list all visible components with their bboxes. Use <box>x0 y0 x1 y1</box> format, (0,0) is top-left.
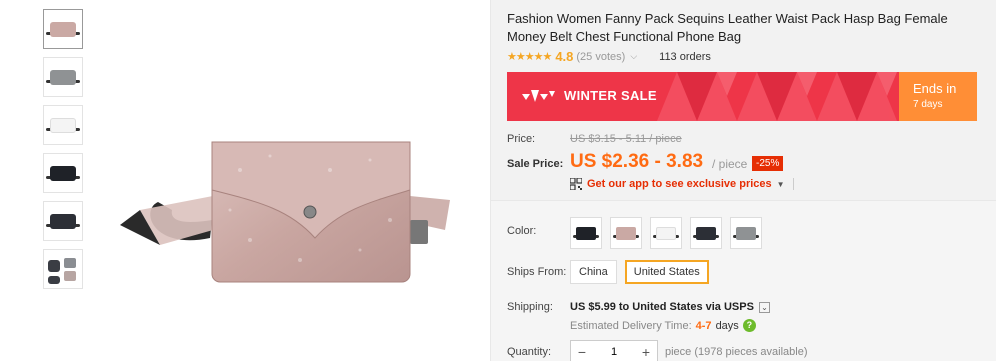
orders-count: 113 orders <box>659 50 711 63</box>
divider <box>792 178 794 190</box>
image-gallery <box>0 0 491 361</box>
discount-badge: -25% <box>752 156 784 171</box>
shipping-destination: United States via USPS <box>632 301 754 313</box>
shipping-price: US $5.99 <box>570 301 616 313</box>
product-title: Fashion Women Fanny Pack Sequins Leather… <box>507 11 948 44</box>
thumbnail-2[interactable] <box>43 57 83 97</box>
winter-sale-banner[interactable]: WINTER SALE Ends in 7 days <box>507 72 977 121</box>
quantity-input[interactable] <box>593 341 635 361</box>
ends-in-label: Ends in <box>913 81 957 96</box>
color-swatch-4[interactable] <box>690 217 722 249</box>
color-label: Color: <box>507 225 537 237</box>
shipping-info: US $5.99 to United States via USPS ⌄ <box>570 301 770 313</box>
sale-price: US $2.36 - 3.83 <box>570 151 704 172</box>
shipping-dropdown-icon[interactable]: ⌄ <box>758 301 770 313</box>
help-icon[interactable]: ? <box>742 319 756 332</box>
votes-count[interactable]: (25 votes) <box>576 51 625 63</box>
star-rating-icon: ★★★★★ <box>507 51 552 63</box>
color-swatch-2[interactable] <box>610 217 642 249</box>
triangle-pattern <box>657 72 897 121</box>
ends-days: 7 days <box>913 99 943 110</box>
ships-from-united-states[interactable]: United States <box>624 260 709 284</box>
shipping-to: to <box>618 301 630 313</box>
product-main-image <box>120 141 450 283</box>
rating-score: 4.8 <box>555 49 574 64</box>
color-swatch-5[interactable] <box>730 217 762 249</box>
ships-from-china[interactable]: China <box>570 260 617 284</box>
chevron-down-icon[interactable]: ⌵ <box>630 51 637 62</box>
est-delivery-days: 4-7 <box>695 319 712 332</box>
ships-from-label: Ships From: <box>507 266 567 278</box>
estimated-delivery: Estimated Delivery Time: 4-7 days ? <box>570 319 756 332</box>
increase-button[interactable]: + <box>635 341 657 361</box>
shipping-label: Shipping: <box>507 301 553 313</box>
est-delivery-label: Estimated Delivery Time: <box>570 319 692 332</box>
price-label: Price: <box>507 133 536 145</box>
app-promo[interactable]: Get our app to see exclusive prices ▼ <box>570 178 794 190</box>
qr-code-icon <box>570 178 582 190</box>
rating-row: ★★★★★ 4.8 (25 votes) ⌵ 113 orders <box>507 49 711 64</box>
est-delivery-unit: days <box>715 319 739 332</box>
ships-from-options: China United States <box>570 260 717 284</box>
caret-down-icon[interactable]: ▼ <box>777 180 785 189</box>
product-info-panel: Fashion Women Fanny Pack Sequins Leather… <box>491 0 996 361</box>
per-unit-label: / piece <box>712 157 748 171</box>
decrease-button[interactable]: − <box>571 341 593 361</box>
quantity-label: Quantity: <box>507 346 552 358</box>
sale-label: WINTER SALE <box>564 88 657 103</box>
thumbnail-3[interactable] <box>43 105 83 145</box>
thumbnail-5[interactable] <box>43 201 83 241</box>
thumbnail-4[interactable] <box>43 153 83 193</box>
color-swatch-3[interactable] <box>650 217 682 249</box>
color-swatch-1[interactable] <box>570 217 602 249</box>
app-promo-text[interactable]: Get our app to see exclusive prices <box>587 178 772 190</box>
countdown-box: Ends in 7 days <box>899 72 977 121</box>
thumbnail-6[interactable] <box>43 249 83 289</box>
sale-price-label: Sale Price: <box>507 158 564 170</box>
availability-text: piece (1978 pieces available) <box>665 346 808 358</box>
thumbnail-list <box>43 9 83 297</box>
product-options: Color: Ships From: China United States S… <box>491 200 996 361</box>
original-price: US $3.15 - 5.11 / piece <box>570 133 682 145</box>
thumbnail-1[interactable] <box>43 9 83 49</box>
color-swatches <box>570 217 770 249</box>
sale-logo-icon <box>522 90 555 102</box>
quantity-stepper: − + piece (1978 pieces available) <box>570 340 807 361</box>
